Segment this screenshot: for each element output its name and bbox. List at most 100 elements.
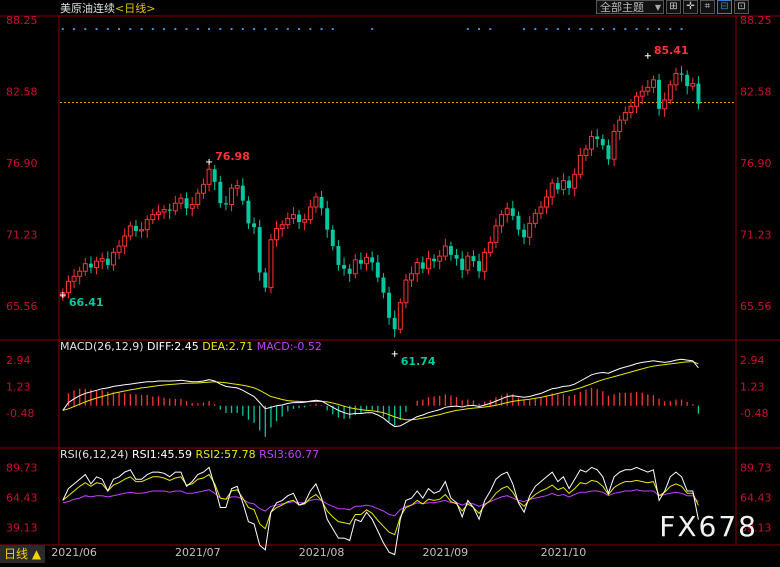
candle-body [200,183,206,194]
candle-body [133,225,138,231]
price-tick-left: 82.58 [6,85,38,98]
extreme-label: 66.41 [69,296,104,309]
candle-body [99,258,105,262]
view-select[interactable]: 全部主题 ▼ [596,0,664,14]
chart-stage: 美原油连续<日线> 88.25 88.25 82.58 82.58 76.90 76.90 7… [0,0,780,563]
chart-svg: 美原油连续<日线>88.25 88.2582.58 82.5876.90 76.907… [0,1,780,559]
candle-body [634,95,640,107]
signal-dot [275,28,278,30]
signal-dot [568,28,571,30]
triangle-up-icon: ▲ [31,547,42,561]
candle-body [538,206,544,214]
price-tick-right: 82.58 [740,85,772,98]
grid-layer [0,15,780,546]
crosshair-button[interactable]: ✛ [683,0,698,14]
candle-body [387,292,392,318]
signal-dot [466,28,469,30]
candle-body [364,256,370,265]
rsi-panel[interactable] [62,466,699,556]
signal-dot [613,28,616,30]
candle-body [150,214,156,221]
candle-body [184,198,189,209]
candle-body [527,222,533,238]
signal-dot [331,28,334,30]
candle-body [499,214,505,227]
watermark-logo: FX678 [659,510,758,543]
candle-body [432,258,437,262]
indicator-button[interactable]: ⌗ [700,0,715,14]
rsi-legend-rsi2: RSI2:57.78 [196,448,260,461]
price-panel[interactable] [59,28,735,357]
candle-body [381,277,386,293]
period-label: <日线> [115,1,155,15]
candle-body [358,259,363,264]
signal-dot [590,28,593,30]
x-tick-label: 2021/09 [422,546,468,559]
chevron-down-icon: ▼ [654,3,661,12]
macd-legend-diff: DIFF:2.45 [147,340,202,353]
candle-body [122,235,128,247]
x-tick-label: 2021/07 [175,546,221,559]
layout-grid-button[interactable]: ⊞ [666,0,681,14]
rsi-legend: RSI(6,12,24) RSI1:45.59 RSI2:57.78 RSI3:… [60,448,319,461]
price-tick-right: 76.90 [740,157,772,170]
candle-body [425,258,431,270]
candle-body [161,209,167,213]
macd-legend-macd: MACD:-0.52 [257,340,322,353]
extreme-label: 76.98 [215,150,250,163]
candle-body [667,84,673,101]
view-select-label: 全部主题 [600,1,644,14]
signal-dot [478,28,481,30]
candle-body [516,215,521,230]
signal-dot [163,28,166,30]
candle-body [352,259,358,275]
rsi-tick-left: 64.43 [6,492,38,505]
fullscreen-button[interactable]: ⊡ [734,0,749,14]
candle-body [414,261,420,275]
dea-line [62,361,699,421]
signal-dot [635,28,638,30]
signal-dot [320,28,323,30]
candle-body [330,229,335,247]
period-switch-button[interactable]: 日线 ▲ [0,545,46,563]
macd-tick-right: 1.23 [740,381,765,394]
rsi-tick-left: 39.13 [6,521,38,534]
candle-body [685,74,690,87]
signal-dot [298,28,301,30]
candle-body [307,206,313,221]
extreme-label: 61.74 [401,355,436,368]
candle-body [448,246,453,255]
candle-body [189,204,195,209]
signal-dot [556,28,559,30]
candle-body [460,258,465,270]
candle-body [477,261,482,272]
candle-body [302,219,308,223]
signal-dot [106,28,109,30]
signal-dot [523,28,526,30]
panel-button[interactable]: ⊟ [717,0,732,14]
candle-body [650,79,656,88]
candle-body [167,209,172,211]
candle-body [397,302,403,330]
candle-body [696,83,701,104]
signal-dot [669,28,672,30]
signal-dot [309,28,312,30]
candle-body [325,208,330,230]
candle-body [110,251,116,266]
candle-body [600,139,605,146]
macd-panel[interactable] [62,358,700,437]
candle-body [285,217,291,226]
candle-body [482,251,488,272]
price-tick-left: 76.90 [6,157,38,170]
candle-body [195,192,201,206]
candle-body [392,317,397,330]
candle-body [471,256,476,262]
signal-dot [253,28,256,30]
signal-dot [534,28,537,30]
signal-dot [151,28,154,30]
candle-body [290,214,296,219]
signal-dot [545,28,548,30]
candle-body [144,219,150,231]
rsi1-line [62,466,699,556]
candle-body [229,187,235,206]
